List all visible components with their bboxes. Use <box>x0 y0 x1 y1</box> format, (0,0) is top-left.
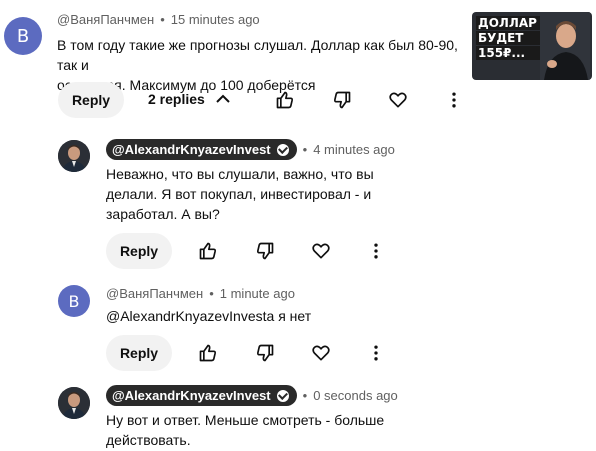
reply-author: @AlexandrKnyazevInvest <box>112 142 271 157</box>
thumbnail-line: 155₽... <box>476 46 542 60</box>
thumbs-down-icon <box>334 91 351 109</box>
avatar[interactable]: B <box>58 285 90 317</box>
avatar[interactable]: B <box>4 17 42 55</box>
reply-meta: @AlexandrKnyazevInvest • 4 minutes ago <box>106 139 395 160</box>
reply-button[interactable]: Reply <box>58 82 124 118</box>
thumbs-down-icon <box>257 242 274 260</box>
heart-icon <box>312 345 330 361</box>
video-thumbnail[interactable]: ДОЛЛАР БУДЕТ 155₽... <box>472 12 592 80</box>
reply-time[interactable]: 4 minutes ago <box>313 142 395 157</box>
dislike-button[interactable] <box>328 86 356 114</box>
reply-text: @AlexandrKnyazevInvesta я нет <box>106 306 406 326</box>
reply-button[interactable]: Reply <box>106 233 172 269</box>
avatar[interactable] <box>58 387 90 419</box>
more-actions-button[interactable] <box>362 237 390 265</box>
like-button[interactable] <box>194 237 222 265</box>
reply-time[interactable]: 0 seconds ago <box>313 388 398 403</box>
reply-meta: @ВаняПанчмен • 1 minute ago <box>106 286 295 301</box>
reply-time[interactable]: 1 minute ago <box>220 286 295 301</box>
meta-separator: • <box>302 142 308 157</box>
author-badge[interactable]: @AlexandrKnyazevInvest <box>106 385 297 406</box>
like-button[interactable] <box>194 339 222 367</box>
reply-button-label: Reply <box>119 345 159 361</box>
comment-time[interactable]: 15 minutes ago <box>171 12 260 27</box>
reply-meta: @AlexandrKnyazevInvest • 0 seconds ago <box>106 385 398 406</box>
meta-separator: • <box>209 286 214 301</box>
more-vertical-icon <box>452 92 456 108</box>
avatar[interactable] <box>58 140 90 172</box>
meta-separator: • <box>160 12 165 27</box>
reply-text-line: заработал. А вы? <box>106 206 220 222</box>
reply-button-label: Reply <box>119 243 159 259</box>
comment-text: В том году такие же прогнозы слушал. Дол… <box>57 35 477 95</box>
thumbnail-line: ДОЛЛАР <box>476 16 542 30</box>
reply-author: @AlexandrKnyazevInvest <box>112 388 271 403</box>
reply-text-line: @AlexandrKnyazevInvesta я нет <box>106 308 312 324</box>
heart-button[interactable] <box>384 86 412 114</box>
comment-text-line: В том году такие же прогнозы слушал. Дол… <box>57 37 458 73</box>
thumbs-down-icon <box>257 344 274 362</box>
heart-button[interactable] <box>307 339 335 367</box>
dislike-button[interactable] <box>251 237 279 265</box>
person-avatar-icon <box>58 387 90 419</box>
reply-text-line: Неважно, что вы слушали, важно, что вы <box>106 166 374 182</box>
chevron-up-icon <box>216 94 230 103</box>
thumbs-up-icon <box>199 242 216 260</box>
comment-author[interactable]: @ВаняПанчмен <box>57 12 154 27</box>
reply-author[interactable]: @ВаняПанчмен <box>106 286 203 301</box>
reply-text-line: действовать. <box>106 432 191 448</box>
reply-button[interactable]: Reply <box>106 335 172 371</box>
avatar-letter: B <box>16 25 30 47</box>
verified-check-icon <box>276 389 289 402</box>
comment-meta: @ВаняПанчмен • 15 minutes ago <box>57 12 260 27</box>
person-avatar-icon <box>58 140 90 172</box>
thumbnail-title: ДОЛЛАР БУДЕТ 155₽... <box>476 16 542 61</box>
more-actions-button[interactable] <box>362 339 390 367</box>
reply-button-label: Reply <box>71 92 111 108</box>
like-button[interactable] <box>271 86 299 114</box>
author-badge[interactable]: @AlexandrKnyazevInvest <box>106 139 297 160</box>
more-actions-button[interactable] <box>440 86 468 114</box>
more-vertical-icon <box>374 243 378 259</box>
reply-text: Ну вот и ответ. Меньше смотреть - больше… <box>106 410 426 450</box>
heart-icon <box>312 243 330 259</box>
presenter-figure <box>540 12 590 80</box>
dislike-button[interactable] <box>251 339 279 367</box>
avatar-letter: B <box>68 291 80 311</box>
heart-icon <box>389 92 407 108</box>
more-vertical-icon <box>374 345 378 361</box>
verified-check-icon <box>276 143 289 156</box>
reply-text-line: делали. Я вот покупал, инвестировал - и <box>106 186 372 202</box>
thumbnail-line: БУДЕТ <box>476 31 542 45</box>
thumbs-up-icon <box>199 344 216 362</box>
reply-text-line: Ну вот и ответ. Меньше смотреть - больше <box>106 412 385 428</box>
thumbs-up-icon <box>276 91 293 109</box>
replies-toggle[interactable]: 2 replies <box>148 91 231 107</box>
replies-count-label: 2 replies <box>148 91 205 107</box>
reply-text: Неважно, что вы слушали, важно, что вы д… <box>106 164 406 224</box>
heart-button[interactable] <box>307 237 335 265</box>
meta-separator: • <box>302 388 308 403</box>
